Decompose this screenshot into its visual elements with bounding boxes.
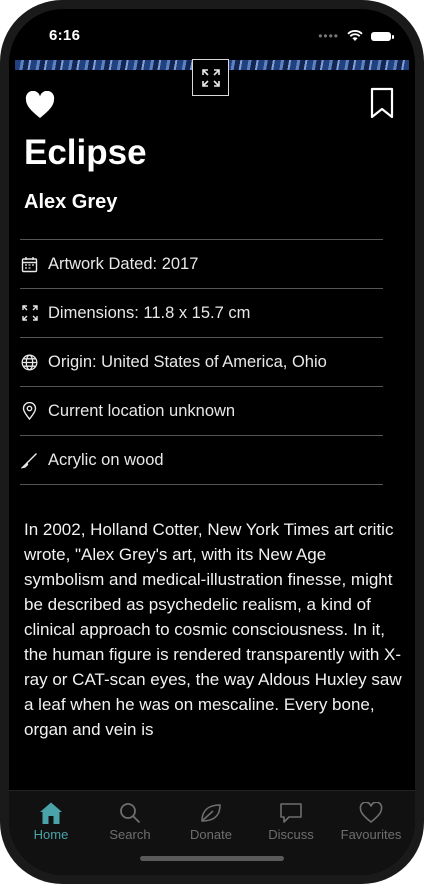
signal-dots-icon: •••• xyxy=(318,29,339,43)
chat-bubble-icon xyxy=(253,799,329,827)
info-row-medium: Acrylic on wood xyxy=(20,436,383,485)
tab-donate[interactable]: Donate xyxy=(173,799,249,842)
info-text: Acrylic on wood xyxy=(48,450,164,469)
bookmark-icon xyxy=(370,87,394,119)
tab-discuss[interactable]: Discuss xyxy=(253,799,329,842)
info-row-dimensions: Dimensions: 11.8 x 15.7 cm xyxy=(20,289,383,338)
device-frame: 6:16 •••• Eclipse Alex Grey Artwork Date… xyxy=(0,0,424,884)
info-row-location: Current location unknown xyxy=(20,387,383,436)
artwork-info-list: Artwork Dated: 2017 Dimensions: 11.8 x 1… xyxy=(20,239,383,485)
info-text: Current location unknown xyxy=(48,401,236,420)
tab-label: Favourites xyxy=(340,827,402,842)
globe-icon xyxy=(20,353,39,372)
info-text: Origin: United States of America, Ohio xyxy=(48,352,327,371)
tab-label: Discuss xyxy=(268,827,314,842)
info-text: Artwork Dated: 2017 xyxy=(48,254,199,273)
tab-home[interactable]: Home xyxy=(13,799,89,842)
wifi-icon xyxy=(347,30,363,41)
home-indicator[interactable] xyxy=(140,856,284,861)
dimensions-icon xyxy=(20,304,39,323)
info-row-origin: Origin: United States of America, Ohio xyxy=(20,338,383,387)
expand-icon xyxy=(201,68,220,87)
heart-outline-icon xyxy=(333,799,409,827)
tab-label: Home xyxy=(33,827,69,842)
location-pin-icon xyxy=(20,402,39,421)
leaf-icon xyxy=(173,799,249,827)
bottom-tab-bar: Home Search Donate Discuss Favourites xyxy=(9,790,415,875)
status-time: 6:16 xyxy=(49,27,81,44)
battery-icon xyxy=(371,31,394,41)
bookmark-button[interactable] xyxy=(370,87,394,119)
tab-label: Search xyxy=(109,827,151,842)
screen: 6:16 •••• Eclipse Alex Grey Artwork Date… xyxy=(9,9,415,875)
status-icons: •••• xyxy=(318,29,394,43)
calendar-icon xyxy=(20,255,39,274)
heart-filled-icon xyxy=(25,90,55,118)
like-button[interactable] xyxy=(25,90,55,119)
info-text: Dimensions: 11.8 x 15.7 cm xyxy=(48,303,251,322)
artwork-description: In 2002, Holland Cotter, New York Times … xyxy=(24,520,402,739)
brush-icon xyxy=(20,451,39,470)
artwork-title: Eclipse xyxy=(24,133,147,172)
tab-favourites[interactable]: Favourites xyxy=(333,799,409,842)
status-bar: 6:16 •••• xyxy=(9,9,415,61)
info-row-date: Artwork Dated: 2017 xyxy=(20,240,383,289)
expand-image-button[interactable] xyxy=(192,59,229,96)
tab-label: Donate xyxy=(190,827,232,842)
tab-search[interactable]: Search xyxy=(92,799,168,842)
notch xyxy=(137,9,289,45)
artist-name[interactable]: Alex Grey xyxy=(24,191,117,214)
search-icon xyxy=(92,799,168,827)
home-icon xyxy=(13,799,89,827)
